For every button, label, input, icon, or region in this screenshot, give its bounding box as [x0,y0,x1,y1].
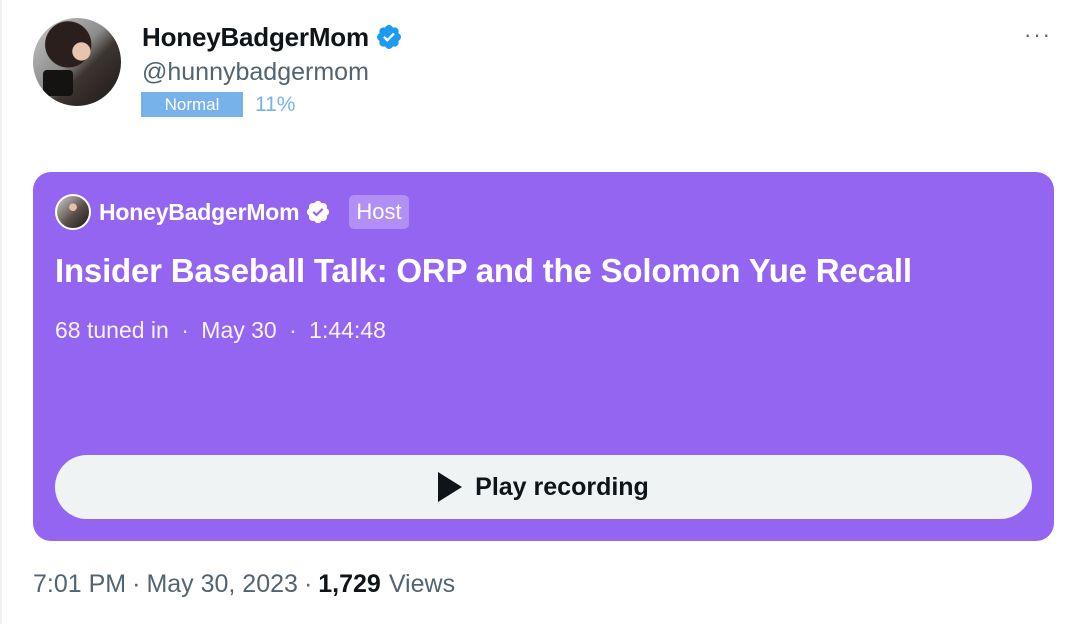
tweet-time[interactable]: 7:01 PM [33,570,126,599]
more-horizontal-icon[interactable]: ··· [1024,22,1052,48]
play-recording-button[interactable]: Play recording [55,455,1032,519]
host-avatar [55,194,91,230]
extension-tag-row: Normal 11% [141,92,295,117]
host-verified-icon [307,200,330,224]
meta-separator: · [303,570,313,598]
tweet-date[interactable]: May 30, 2023 [146,570,298,599]
space-title: Insider Baseball Talk: ORP and the Solom… [55,252,912,289]
meta-separator: · [289,317,297,343]
host-badge: Host [349,195,409,229]
space-host-row: HoneyBadgerMom Host [55,194,409,230]
verified-badge-icon[interactable] [375,23,403,51]
author-avatar[interactable] [33,18,121,106]
play-icon [438,472,463,502]
author-display-name[interactable]: HoneyBadgerMom [142,22,369,53]
space-date: May 30 [201,317,277,343]
space-duration: 1:44:48 [309,317,386,343]
tweet-meta-row: 7:01 PM · May 30, 2023 · 1,729 Views [33,570,455,599]
status-badge: Normal [141,92,243,117]
author-name-row: HoneyBadgerMom [142,20,403,54]
host-name: HoneyBadgerMom [99,198,300,225]
views-label: Views [388,570,456,598]
space-card[interactable]: HoneyBadgerMom Host Insider Baseball Tal… [33,172,1054,541]
meta-separator: · [132,570,141,598]
space-meta: 68 tuned in · May 30 · 1:44:48 [55,317,386,344]
author-handle[interactable]: @hunnybadgermom [142,58,369,87]
left-border [0,0,2,624]
play-recording-label: Play recording [475,472,649,501]
tuned-in-count: 68 tuned in [55,317,169,343]
meta-separator: · [181,317,189,343]
views-count: 1,729 [318,570,381,598]
percentage-label: 11% [255,92,296,116]
